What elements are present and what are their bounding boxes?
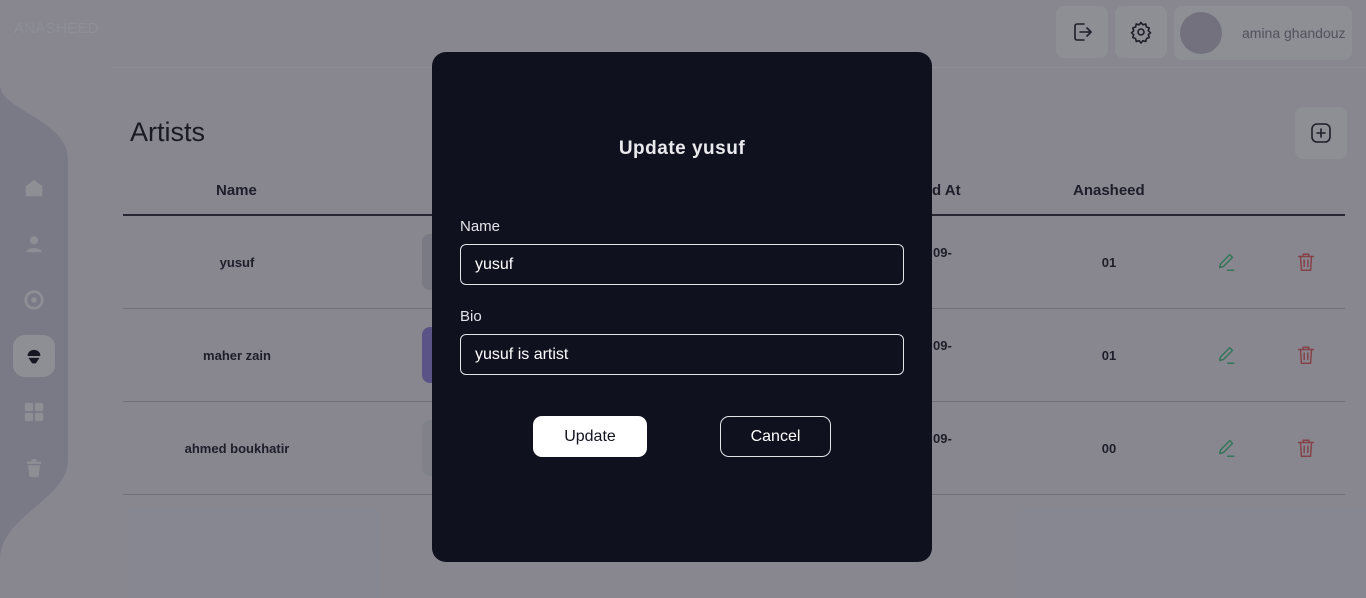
bio-label: Bio (460, 308, 482, 325)
name-label: Name (460, 218, 501, 235)
cancel-button[interactable]: Cancel (720, 416, 831, 457)
name-input[interactable] (460, 244, 904, 285)
update-button[interactable]: Update (533, 416, 647, 457)
modal-title: Update yusuf (618, 138, 746, 159)
update-artist-modal: Update yusuf Name Bio Update Cancel (432, 52, 932, 562)
bio-input[interactable] (460, 334, 904, 375)
